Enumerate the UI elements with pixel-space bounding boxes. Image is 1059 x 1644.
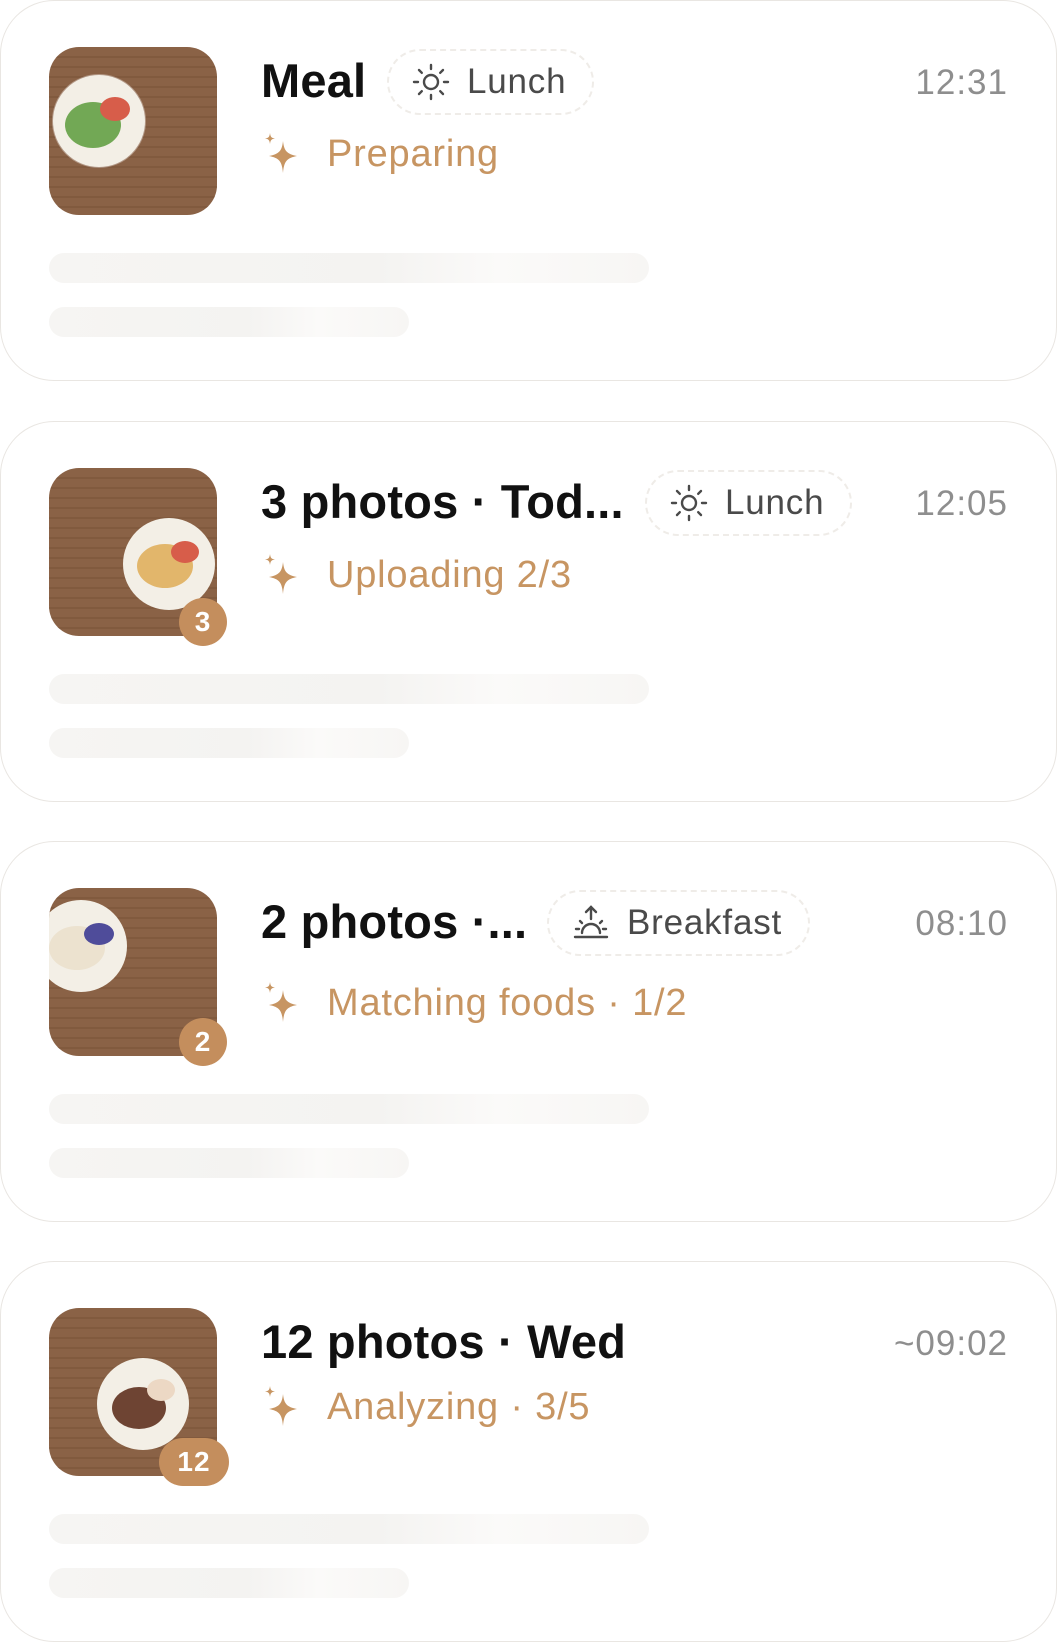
meal-card[interactable]: 3 3 photos · Tod... Lunch 12:05 Uploadin… [0, 421, 1057, 802]
status-label: Analyzing · 3/5 [327, 1385, 591, 1428]
meal-title: 2 photos ·... [261, 895, 528, 948]
meal-time: 12:31 [915, 63, 1008, 102]
meal-type-chip[interactable]: Breakfast [547, 890, 811, 956]
meal-title: 3 photos · Tod... [261, 475, 624, 528]
sun-icon [412, 63, 450, 101]
meal-time: 08:10 [915, 904, 1008, 943]
skeleton-line [49, 307, 409, 337]
meal-thumbnail: 2 [49, 888, 227, 1066]
chip-label: Lunch [725, 483, 825, 522]
sunrise-icon [573, 905, 609, 939]
meal-time: 12:05 [915, 484, 1008, 523]
sparkle-icon [265, 133, 297, 173]
skeleton-line [49, 674, 649, 704]
skeleton-line [49, 1568, 409, 1598]
photo-count-badge: 2 [179, 1018, 227, 1066]
meal-title: Meal [261, 54, 367, 107]
meal-type-chip[interactable]: Lunch [387, 49, 595, 115]
meal-status: Analyzing · 3/5 [261, 1384, 590, 1430]
meal-thumbnail [49, 47, 217, 215]
photo-count-badge: 3 [179, 598, 227, 646]
meal-type-chip[interactable]: Lunch [645, 470, 853, 536]
meal-card[interactable]: Meal Lunch 12:31 Preparing [0, 0, 1057, 381]
meal-card[interactable]: 12 12 photos · Wed ~09:02 Analyzing · 3/… [0, 1261, 1057, 1642]
meal-thumbnail: 12 [49, 1308, 229, 1486]
sparkle-icon [265, 982, 297, 1022]
skeleton-line [49, 253, 649, 283]
status-label: Preparing [327, 132, 499, 175]
chip-label: Breakfast [627, 903, 783, 942]
sparkle-icon [265, 1386, 297, 1426]
sparkle-icon [265, 554, 297, 594]
meal-status: Uploading 2/3 [261, 552, 572, 598]
meal-thumbnail: 3 [49, 468, 227, 646]
meal-status: Matching foods · 1/2 [261, 980, 687, 1026]
skeleton-line [49, 1148, 409, 1178]
chip-label: Lunch [467, 62, 567, 101]
meal-status: Preparing [261, 131, 499, 177]
skeleton-line [49, 1094, 649, 1124]
meal-title: 12 photos · Wed [261, 1315, 627, 1368]
wood-board-image [49, 47, 217, 215]
status-label: Matching foods · 1/2 [327, 981, 688, 1024]
skeleton-line [49, 1514, 649, 1544]
meal-time: ~09:02 [893, 1324, 1008, 1363]
meal-card[interactable]: 2 2 photos ·... Breakfast 08:10 Matching… [0, 841, 1057, 1222]
photo-count-badge: 12 [159, 1438, 229, 1486]
status-label: Uploading 2/3 [327, 553, 572, 596]
sun-icon [670, 484, 708, 522]
skeleton-line [49, 728, 409, 758]
